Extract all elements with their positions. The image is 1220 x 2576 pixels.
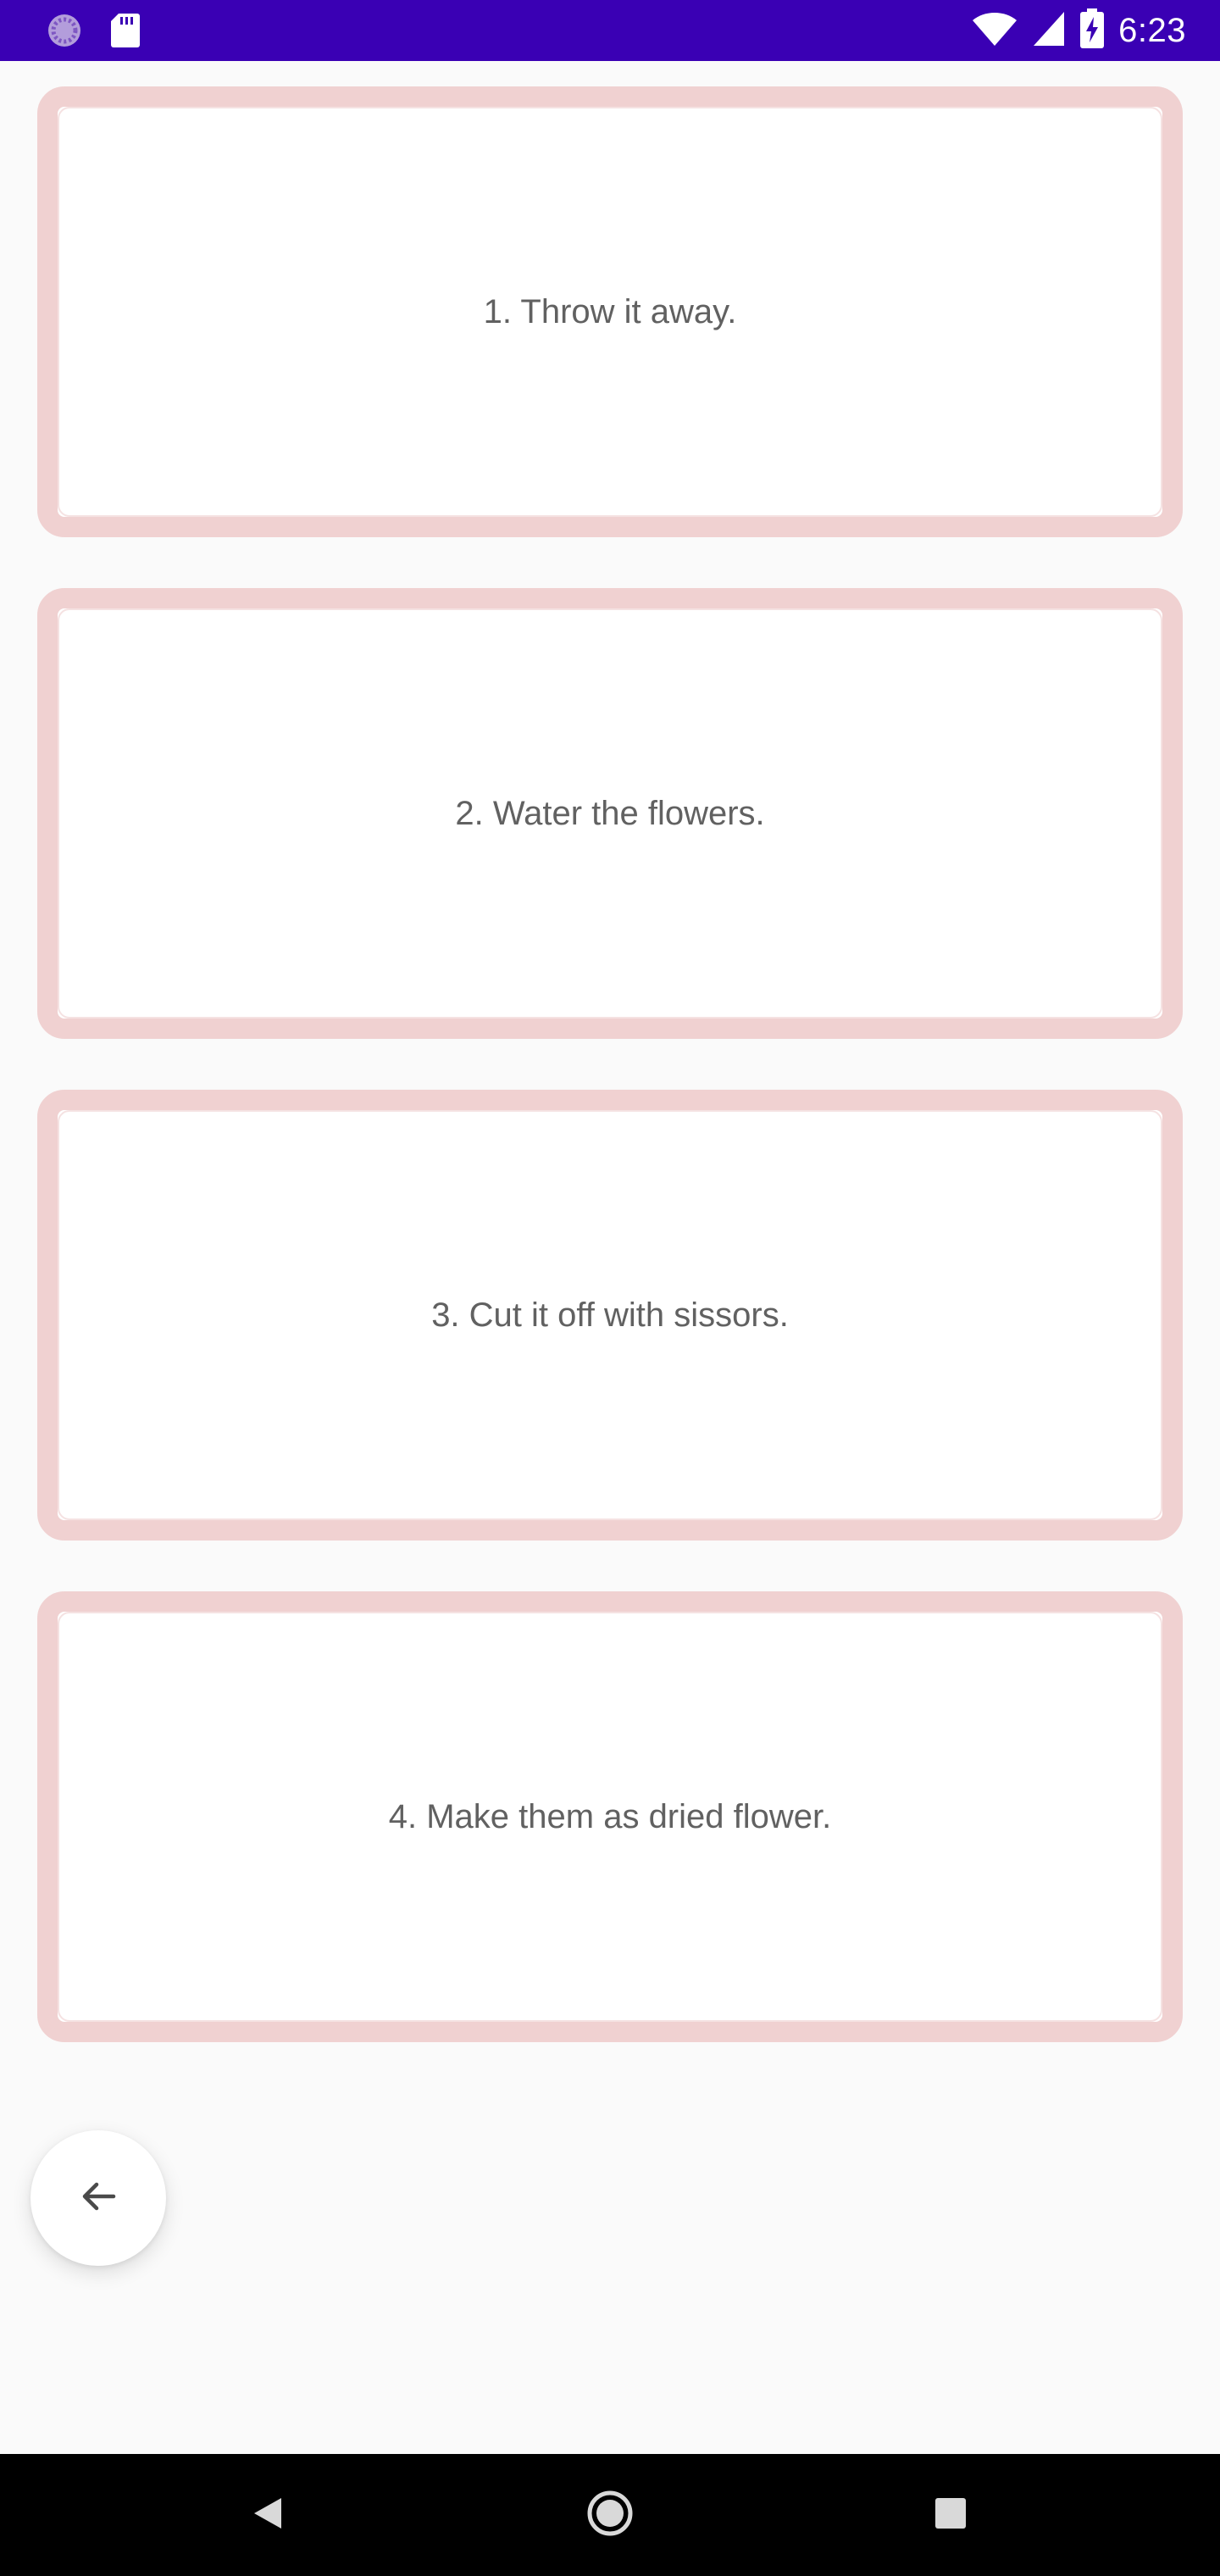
option-card-2[interactable]: 2. Water the flowers. <box>37 588 1183 1039</box>
status-bar: 6:23 <box>0 0 1220 61</box>
clock: 6:23 <box>1118 12 1186 49</box>
wifi-icon <box>971 10 1018 52</box>
recents-square-icon <box>934 2496 968 2534</box>
sd-card-icon <box>110 12 141 53</box>
option-label: 4. Make them as dried flower. <box>388 1797 832 1835</box>
signal-icon <box>1032 10 1066 52</box>
battery-charging-icon <box>1079 8 1105 53</box>
option-label: 2. Water the flowers. <box>455 794 765 832</box>
option-card-3[interactable]: 3. Cut it off with sissors. <box>37 1090 1183 1541</box>
arrow-left-icon <box>76 2174 120 2223</box>
back-triangle-icon <box>251 2496 285 2535</box>
option-label: 1. Throw it away. <box>483 292 737 330</box>
option-card-4[interactable]: 4. Make them as dried flower. <box>37 1591 1183 2042</box>
nav-recents-button[interactable] <box>922 2486 979 2544</box>
home-circle-icon <box>586 2490 634 2541</box>
back-fab-button[interactable] <box>30 2130 166 2266</box>
option-label: 3. Cut it off with sissors. <box>431 1296 789 1334</box>
nav-back-button[interactable] <box>239 2486 297 2544</box>
option-card-1[interactable]: 1. Throw it away. <box>37 86 1183 537</box>
nav-home-button[interactable] <box>581 2486 639 2544</box>
navigation-bar <box>0 2454 1220 2576</box>
app-notification-icon <box>46 12 83 53</box>
